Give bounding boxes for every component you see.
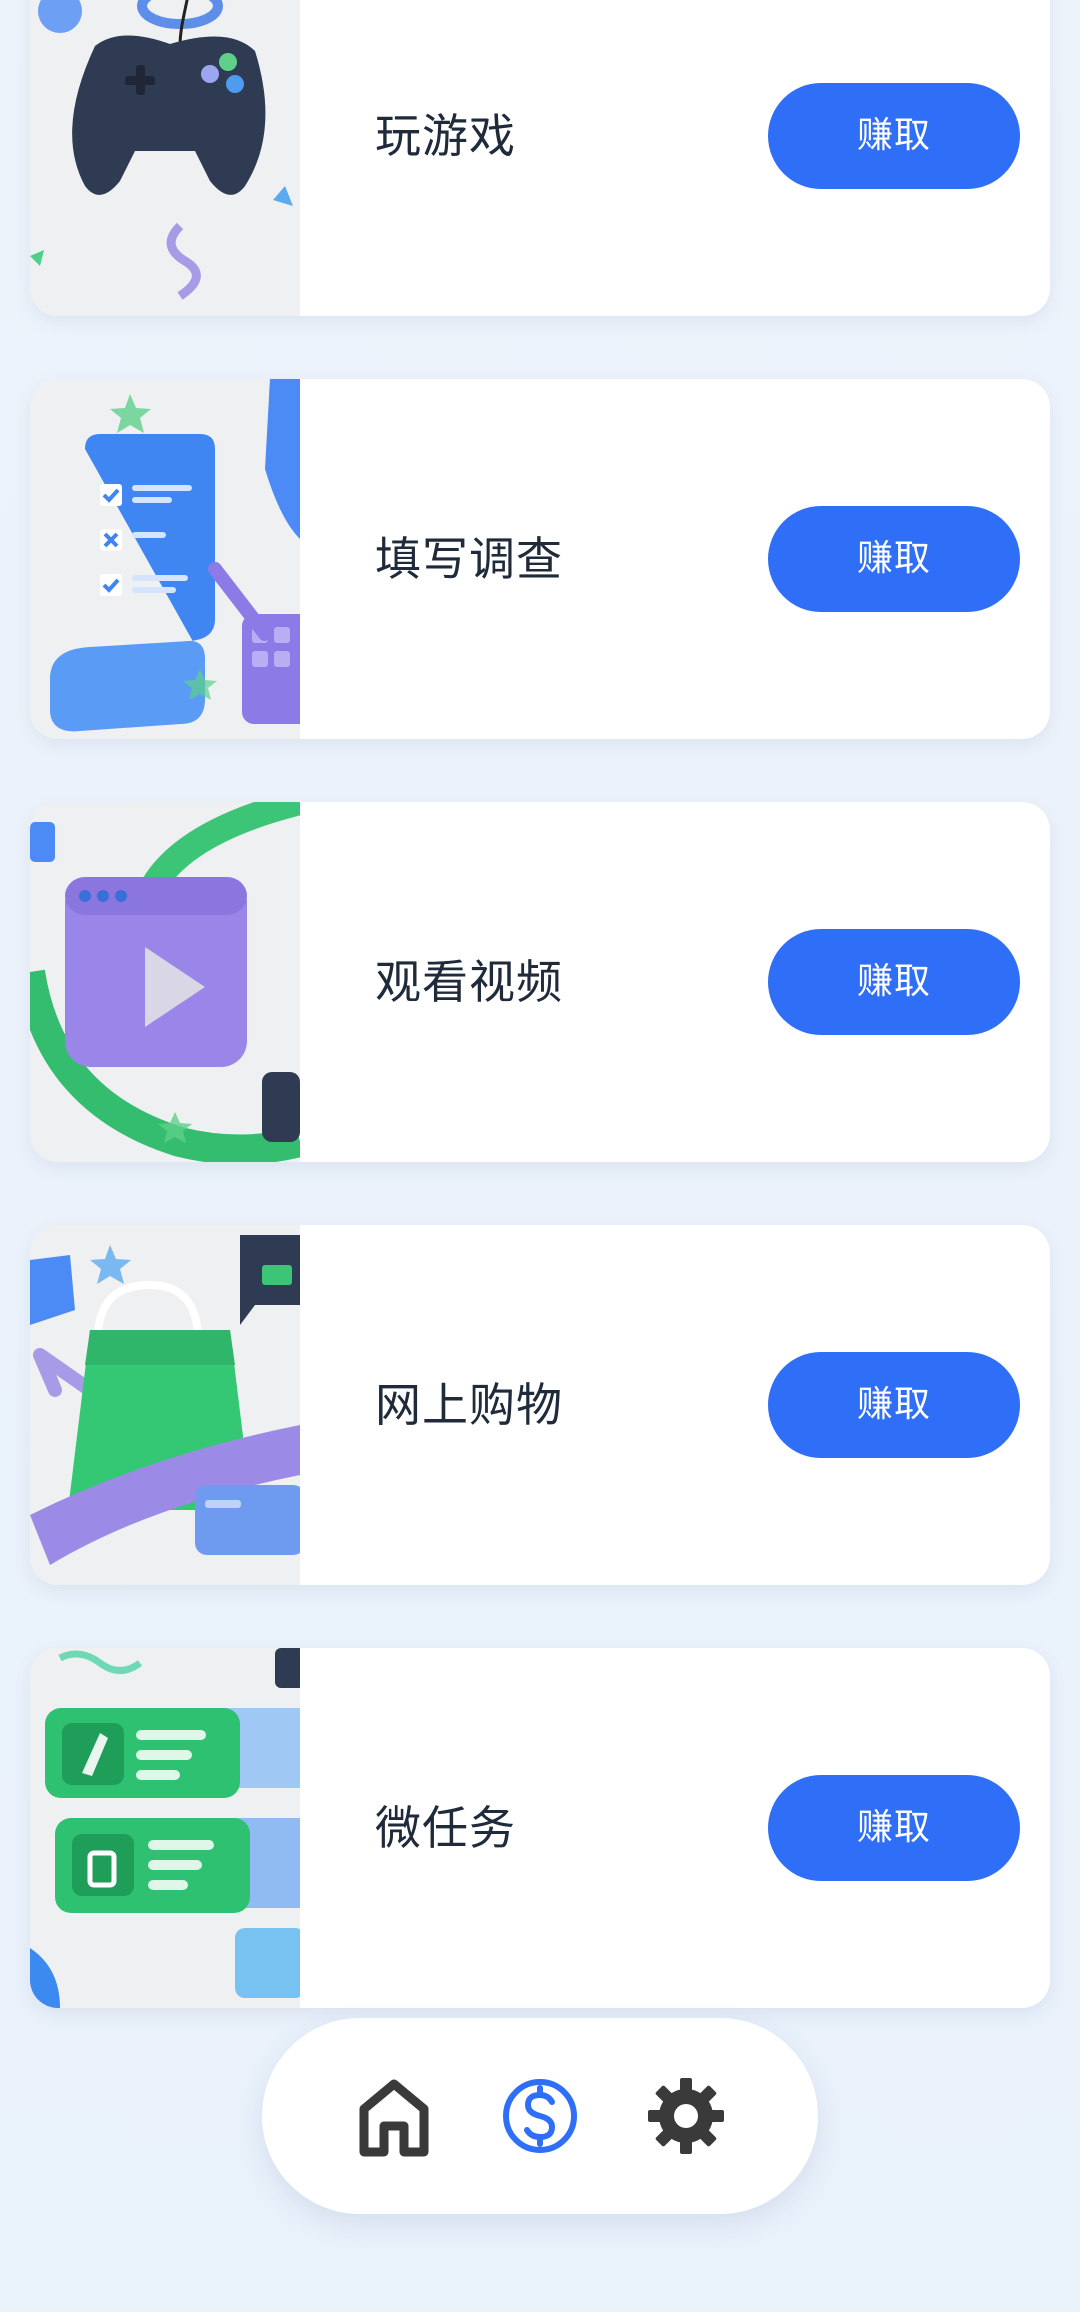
game-controller-image (30, 0, 300, 316)
bottom-navigation (262, 2018, 818, 2214)
earn-button[interactable]: 赚取 (768, 83, 1020, 189)
task-card-online-shopping[interactable]: 网上购物 赚取 (30, 1225, 1050, 1585)
micro-task-cards-image (30, 1648, 300, 2008)
task-title: 网上购物 (375, 1378, 563, 1432)
earn-button[interactable]: 赚取 (768, 506, 1020, 612)
dollar-icon (503, 2079, 577, 2153)
nav-earn-tab[interactable] (488, 2064, 592, 2168)
task-title: 观看视频 (375, 955, 563, 1009)
task-card-micro-tasks[interactable]: 微任务 赚取 (30, 1648, 1050, 2008)
nav-settings-tab[interactable] (634, 2064, 738, 2168)
video-player-image (30, 802, 300, 1162)
survey-checklist-image (30, 379, 300, 739)
home-icon (359, 2079, 429, 2157)
task-card-survey[interactable]: 填写调查 赚取 (30, 379, 1050, 739)
task-card-watch-videos[interactable]: 观看视频 赚取 (30, 802, 1050, 1162)
shopping-bag-image (30, 1225, 300, 1585)
earn-button[interactable]: 赚取 (768, 1352, 1020, 1458)
task-title: 玩游戏 (375, 109, 516, 163)
nav-home-tab[interactable] (342, 2064, 446, 2168)
task-list-page: 玩游戏 赚取 填写调查 赚取 观看视频 赚取 网上购物 赚取 微任务 赚取 (0, 0, 1080, 2312)
task-title: 微任务 (375, 1801, 516, 1855)
earn-button[interactable]: 赚取 (768, 929, 1020, 1035)
task-card-play-games[interactable]: 玩游戏 赚取 (30, 0, 1050, 316)
task-title: 填写调查 (375, 532, 563, 586)
gear-icon (648, 2078, 724, 2154)
earn-button[interactable]: 赚取 (768, 1775, 1020, 1881)
